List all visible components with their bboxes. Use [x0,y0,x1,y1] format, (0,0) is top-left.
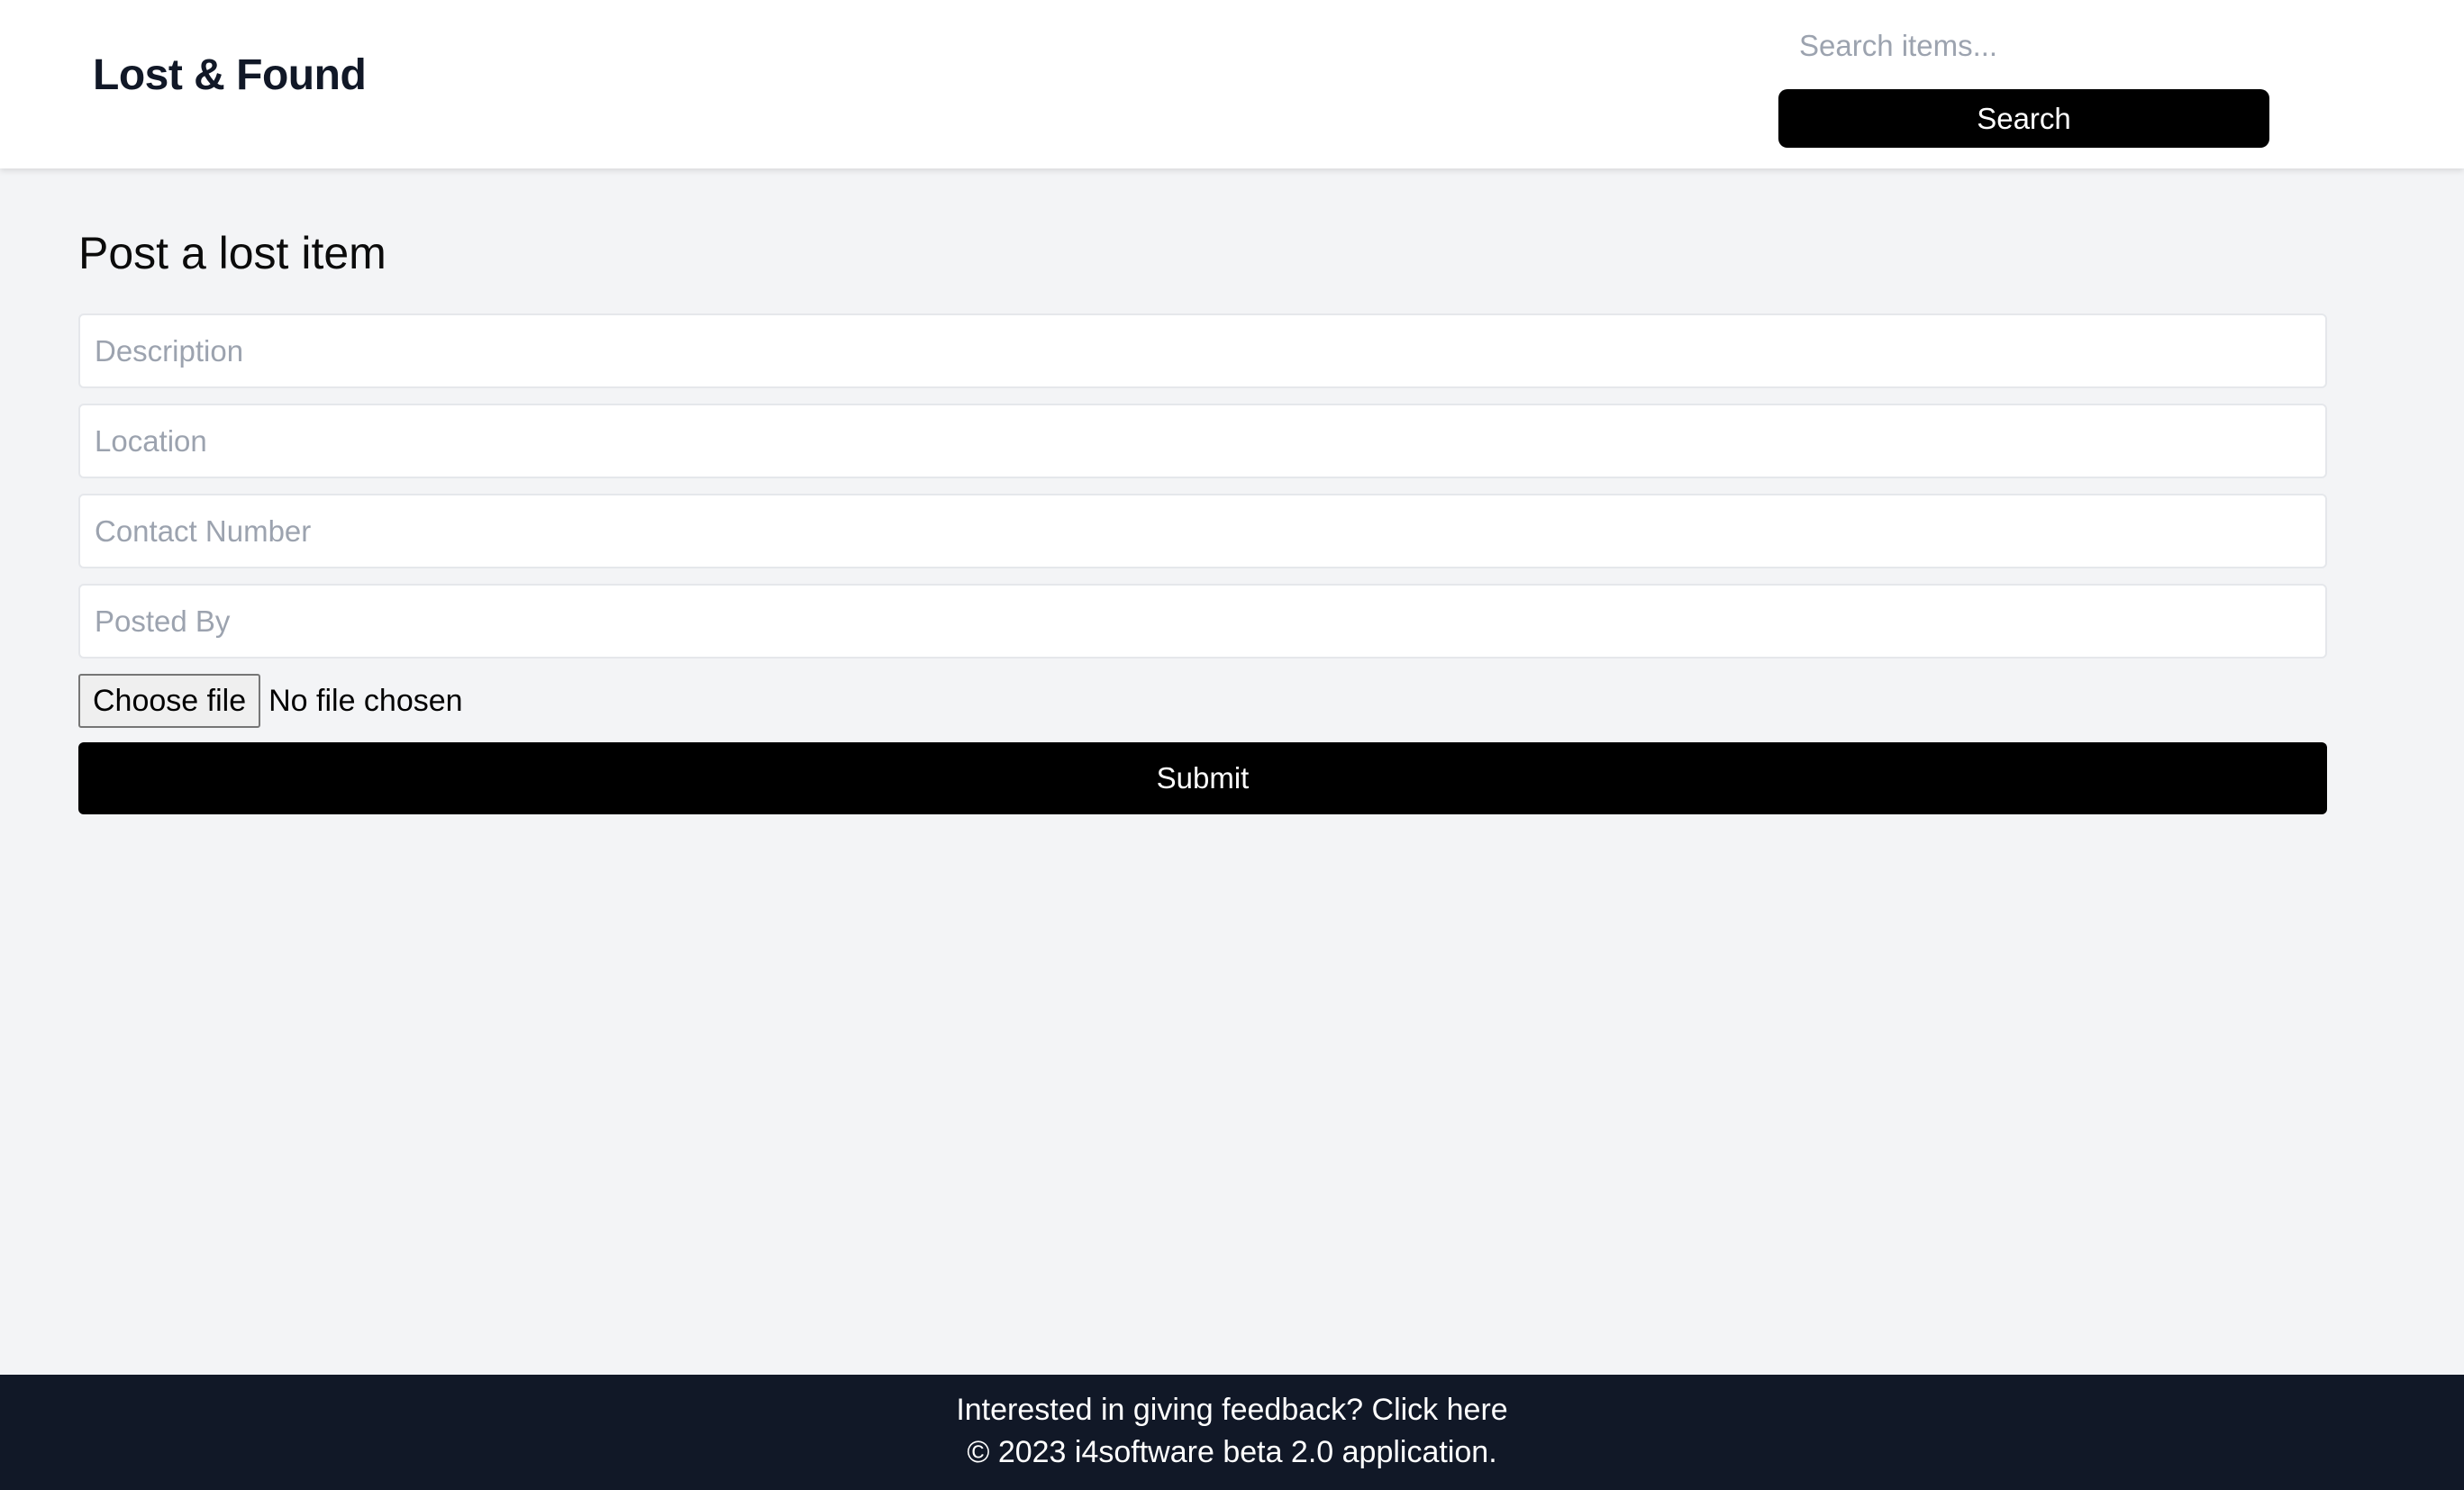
copyright-text: © 2023 i4software beta 2.0 application. [967,1435,1497,1469]
contact-number-field[interactable] [78,494,2327,568]
feedback-line: Interested in giving feedback? Click her… [0,1393,2464,1428]
choose-file-button[interactable]: Choose file [78,674,261,728]
brand-title: Lost & Found [93,51,367,99]
page: Lost & Found Search Post a lost item Cho… [0,0,2464,1490]
top-header: Lost & Found Search [0,0,2464,168]
file-status-text: No file chosen [268,683,463,718]
feedback-text: Interested in giving feedback? [956,1393,1364,1427]
location-field[interactable] [78,404,2327,478]
search-button[interactable]: Search [1778,89,2269,148]
footer: Interested in giving feedback? Click her… [0,1375,2464,1490]
search-input[interactable] [1778,20,2269,72]
file-picker: Choose file No file chosen [78,674,463,728]
posted-by-field[interactable] [78,584,2327,659]
description-field[interactable] [78,313,2327,388]
form-title: Post a lost item [78,228,386,278]
feedback-link[interactable]: Click here [1372,1393,1508,1427]
submit-button[interactable]: Submit [78,742,2327,814]
